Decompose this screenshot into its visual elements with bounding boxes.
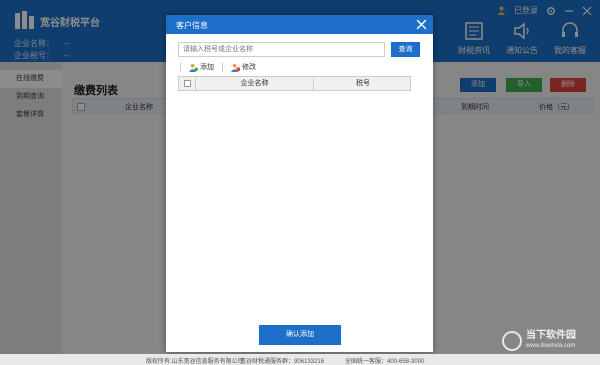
dialog-header: 客户信息: [166, 15, 433, 34]
footer-copyright: 版权所有:山东宽谷信息服务有限公司: [146, 359, 244, 365]
edit-user-icon: [231, 63, 240, 72]
search-button[interactable]: 查询: [391, 42, 420, 57]
footer-hotline: 全国统一客服：400-658-3000: [345, 359, 425, 365]
add-user-icon: [189, 63, 198, 72]
add-customer-label: 添加: [200, 64, 214, 71]
customer-table-header: 企业名称 税号: [178, 76, 411, 91]
edit-customer-label: 修改: [242, 64, 256, 71]
column-tax-id: 税号: [356, 80, 370, 87]
edit-customer-button[interactable]: 修改: [231, 62, 256, 72]
footer-qq-group: 宽谷财税通服务群：906133216: [240, 359, 325, 365]
watermark-url: www.downxia.com: [526, 343, 576, 349]
toolbar-divider: [180, 62, 181, 72]
toolbar-divider: [222, 62, 223, 72]
site-watermark: 当下软件园 www.downxia.com: [502, 328, 597, 354]
customer-info-dialog: 客户信息 查询 添加 修改 企业名称 税号 确认添加: [166, 15, 433, 352]
select-all-cell: [179, 77, 196, 90]
close-icon[interactable]: [416, 19, 427, 30]
watermark-text: 当下软件园: [526, 330, 576, 341]
status-footer: 版权所有:山东宽谷信息服务有限公司 宽谷财税通服务群：906133216 全国统…: [0, 354, 600, 365]
confirm-add-button[interactable]: 确认添加: [259, 325, 341, 345]
column-company-name: 企业名称: [196, 77, 314, 90]
dialog-title: 客户信息: [176, 21, 208, 30]
dialog-toolbar: 添加 修改: [180, 62, 256, 72]
search-input[interactable]: [178, 42, 385, 57]
watermark-logo-icon: [502, 331, 522, 351]
select-all-checkbox[interactable]: [183, 80, 191, 87]
add-customer-button[interactable]: 添加: [189, 62, 214, 72]
